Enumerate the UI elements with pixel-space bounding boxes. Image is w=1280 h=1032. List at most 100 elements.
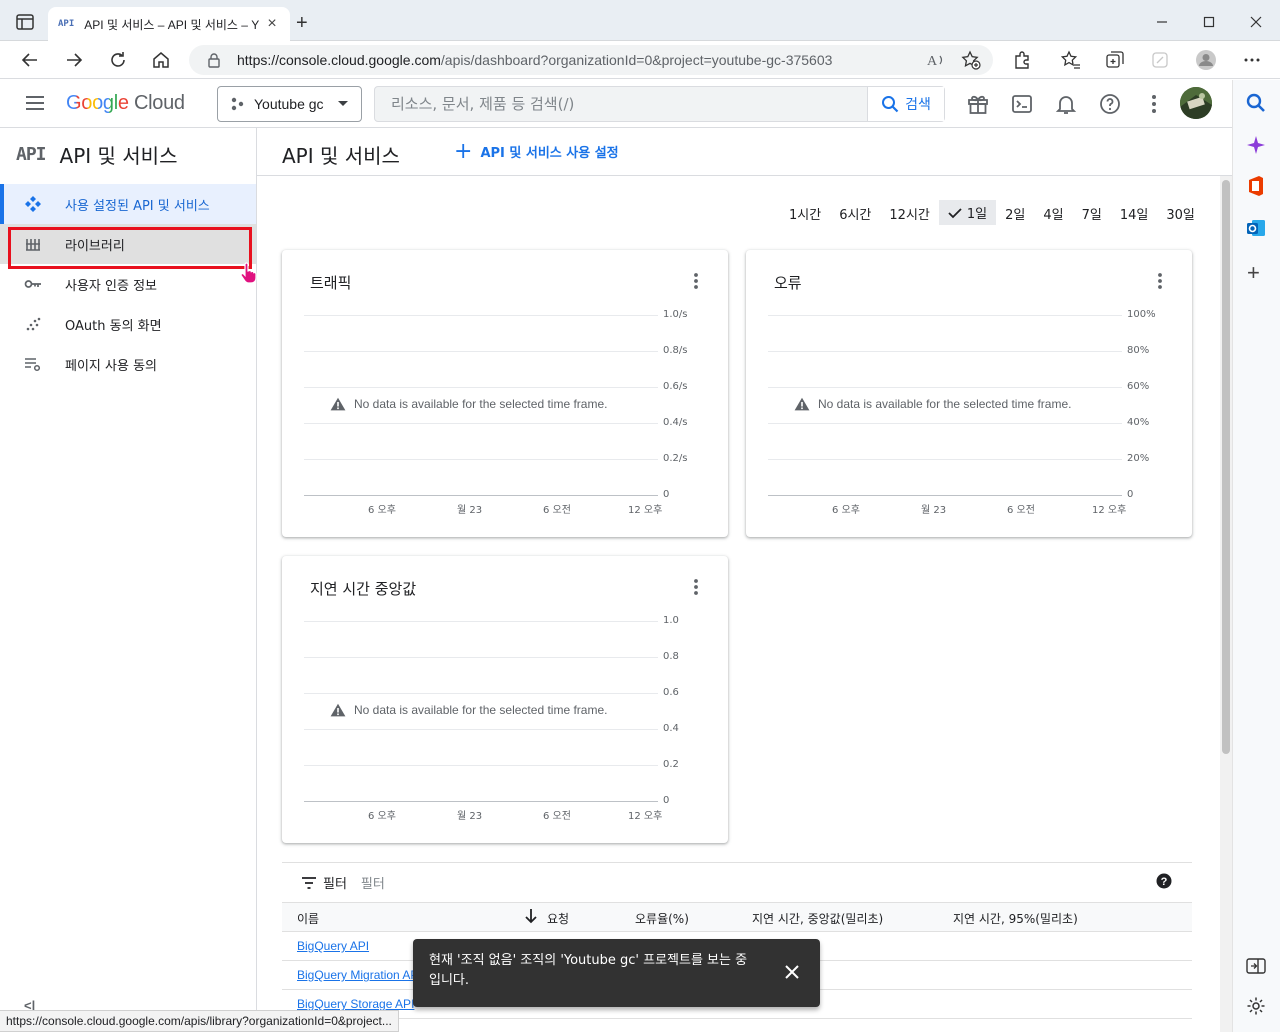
- time-range-option[interactable]: 14일: [1111, 200, 1158, 225]
- time-range-option[interactable]: 1시간: [780, 200, 830, 225]
- profile-icon[interactable]: [1195, 49, 1217, 71]
- main-menu-icon[interactable]: [24, 92, 46, 114]
- chart-gridline: [304, 423, 658, 424]
- column-header-name[interactable]: 이름: [297, 910, 319, 927]
- gift-icon[interactable]: [966, 92, 990, 116]
- office-icon[interactable]: [1246, 175, 1266, 197]
- sidebar-item-credentials[interactable]: 사용자 인증 정보: [0, 264, 256, 304]
- y-axis-tick-label: 0.8: [663, 651, 679, 662]
- api-link[interactable]: BigQuery API: [297, 939, 369, 953]
- sidebar-item-label: OAuth 동의 화면: [65, 318, 162, 334]
- chart-gridline: [768, 423, 1122, 424]
- x-axis-tick-label: 월 23: [921, 505, 947, 516]
- sidebar-layout-icon[interactable]: [1246, 957, 1266, 975]
- chart-menu-icon[interactable]: [690, 578, 702, 596]
- chart-gridline: [304, 459, 658, 460]
- api-link[interactable]: BigQuery Migration API: [297, 968, 422, 982]
- project-name: Youtube gc: [254, 96, 324, 112]
- home-icon[interactable]: [151, 50, 171, 70]
- more-options-icon[interactable]: [1242, 50, 1262, 70]
- tab-close-icon[interactable]: ×: [264, 16, 280, 32]
- column-header-latency-median[interactable]: 지연 시간, 중앙값(밀리초): [752, 910, 883, 927]
- time-range-option[interactable]: 2일: [996, 200, 1034, 225]
- y-axis-tick-label: 0.4/s: [663, 417, 688, 428]
- annotation-highlight-box: [8, 227, 252, 269]
- filter-input[interactable]: 필터: [361, 873, 385, 892]
- edge-settings-gear-icon[interactable]: [1246, 996, 1266, 1016]
- chart-gridline: [304, 657, 658, 658]
- checkmark-icon: [948, 207, 962, 219]
- back-icon[interactable]: [20, 50, 40, 70]
- search-button[interactable]: 검색: [867, 87, 944, 121]
- y-axis-tick-label: 0.4: [663, 723, 679, 734]
- time-range-option[interactable]: 6시간: [830, 200, 880, 225]
- y-axis-tick-label: 0.2/s: [663, 453, 688, 464]
- favorite-add-icon[interactable]: [961, 50, 981, 70]
- cloud-shell-icon[interactable]: [1010, 92, 1034, 116]
- no-data-text: No data is available for the selected ti…: [354, 397, 608, 411]
- enable-apis-label: API 및 서비스 사용 설정: [480, 146, 619, 161]
- chart-menu-icon[interactable]: [690, 272, 702, 290]
- y-axis-tick-label: 60%: [1127, 381, 1150, 392]
- notifications-icon[interactable]: [1054, 92, 1078, 116]
- api-link[interactable]: BigQuery Storage API: [297, 997, 414, 1011]
- svg-text:A: A: [927, 54, 938, 69]
- table-filter-row: 필터 필터: [282, 862, 1192, 902]
- favorites-icon[interactable]: [1061, 50, 1081, 70]
- time-range-option[interactable]: 4일: [1034, 200, 1072, 225]
- refresh-icon[interactable]: [108, 50, 128, 70]
- time-range-option[interactable]: 30일: [1157, 200, 1204, 225]
- scrollbar-thumb[interactable]: [1222, 180, 1230, 754]
- url-field[interactable]: https://console.cloud.google.com/apis/da…: [189, 45, 993, 75]
- project-selector[interactable]: Youtube gc: [217, 86, 362, 122]
- collections-icon[interactable]: [1105, 50, 1125, 70]
- minimize-icon[interactable]: [1152, 12, 1172, 32]
- traffic-chart-card: 트래픽 1.0/s 0.8/s 0.6/s 0.4/s 0.2/s 0 6 오후 월 23 6 오…: [282, 250, 728, 537]
- snackbar: 현재 '조직 없음' 조직의 'Youtube gc' 프로젝트를 보는 중입니…: [413, 939, 820, 1007]
- logo-google: Google: [66, 92, 129, 114]
- link-status-bar: https://console.cloud.google.com/apis/li…: [0, 1010, 399, 1032]
- browser-tab[interactable]: API API 및 서비스 – API 및 서비스 – Y ×: [48, 7, 290, 41]
- new-tab-icon[interactable]: +: [296, 13, 308, 33]
- window-close-icon[interactable]: [1246, 12, 1266, 32]
- sidebar-item-page-usage[interactable]: 페이지 사용 동의: [0, 344, 256, 384]
- filter-icon[interactable]: [302, 876, 316, 889]
- google-cloud-logo[interactable]: Google Cloud: [66, 92, 185, 115]
- lock-icon[interactable]: [207, 52, 221, 68]
- outlook-icon[interactable]: [1246, 218, 1266, 238]
- snackbar-message: 현재 '조직 없음' 조직의 'Youtube gc' 프로젝트를 보는 중입니…: [429, 953, 748, 988]
- account-avatar[interactable]: [1180, 87, 1212, 119]
- maximize-icon[interactable]: [1199, 12, 1219, 32]
- forward-icon[interactable]: [64, 50, 84, 70]
- sidebar-item-enabled-apis[interactable]: 사용 설정된 API 및 서비스: [0, 184, 256, 224]
- column-header-latency-95[interactable]: 지연 시간, 95%(밀리초): [953, 910, 1078, 927]
- api-diamond-icon: [24, 195, 42, 213]
- snackbar-close-icon[interactable]: [783, 963, 801, 981]
- x-axis-tick-label: 12 오후: [628, 811, 663, 822]
- help-icon[interactable]: [1098, 92, 1122, 116]
- add-sidebar-app-icon[interactable]: +: [1247, 262, 1260, 284]
- project-icon: [230, 97, 244, 111]
- nav-header: API API 및 서비스: [16, 140, 177, 169]
- extensions-icon[interactable]: [1012, 50, 1032, 70]
- tab-favicon: API: [58, 19, 75, 29]
- sidebar-item-oauth-consent[interactable]: OAuth 동의 화면: [0, 304, 256, 344]
- read-aloud-icon[interactable]: A: [926, 51, 946, 69]
- search-input[interactable]: [375, 87, 867, 121]
- settings-more-icon[interactable]: [1142, 92, 1166, 116]
- column-header-requests[interactable]: 요청: [547, 910, 569, 927]
- chart-menu-icon[interactable]: [1154, 272, 1166, 290]
- sort-arrow-icon[interactable]: [524, 908, 538, 924]
- column-header-error-rate[interactable]: 오류율(%): [635, 910, 689, 927]
- copilot-sparkle-icon[interactable]: [1246, 135, 1266, 155]
- filter-label[interactable]: 필터: [323, 873, 347, 892]
- time-range-option[interactable]: 12시간: [880, 200, 938, 225]
- time-range-option-selected[interactable]: 1일: [938, 200, 997, 225]
- edge-search-icon[interactable]: [1245, 92, 1267, 114]
- search-bar: 검색: [374, 86, 945, 122]
- time-range-option[interactable]: 7일: [1073, 200, 1111, 225]
- table-help-icon[interactable]: ?: [1156, 873, 1172, 889]
- no-data-text: No data is available for the selected ti…: [818, 397, 1072, 411]
- tab-actions-icon[interactable]: [16, 14, 34, 30]
- enable-apis-button[interactable]: + API 및 서비스 사용 설정: [454, 140, 619, 162]
